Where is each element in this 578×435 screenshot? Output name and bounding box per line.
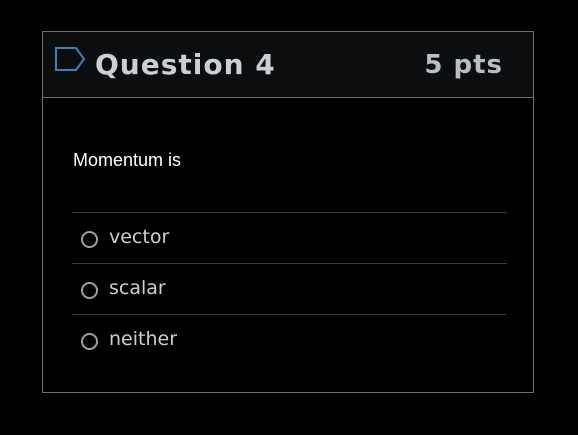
answer-list: vector scalar neither [72, 212, 507, 365]
radio-button[interactable] [81, 333, 98, 350]
question-header: Question 4 5 pts [43, 32, 533, 98]
answer-label[interactable]: scalar [109, 277, 166, 299]
question-title: Question 4 [95, 48, 276, 81]
answer-option-vector[interactable]: vector [72, 212, 507, 263]
answer-label[interactable]: neither [109, 328, 177, 350]
answer-option-scalar[interactable]: scalar [72, 263, 507, 314]
answer-option-neither[interactable]: neither [72, 314, 507, 365]
answer-label[interactable]: vector [109, 226, 169, 248]
question-points: 5 pts [424, 50, 503, 80]
flag-question-icon[interactable] [54, 46, 86, 72]
question-text: Momentum is [73, 150, 182, 170]
question-card: Question 4 5 pts Momentum is vector scal… [42, 31, 534, 393]
radio-button[interactable] [81, 282, 98, 299]
radio-button[interactable] [81, 231, 98, 248]
